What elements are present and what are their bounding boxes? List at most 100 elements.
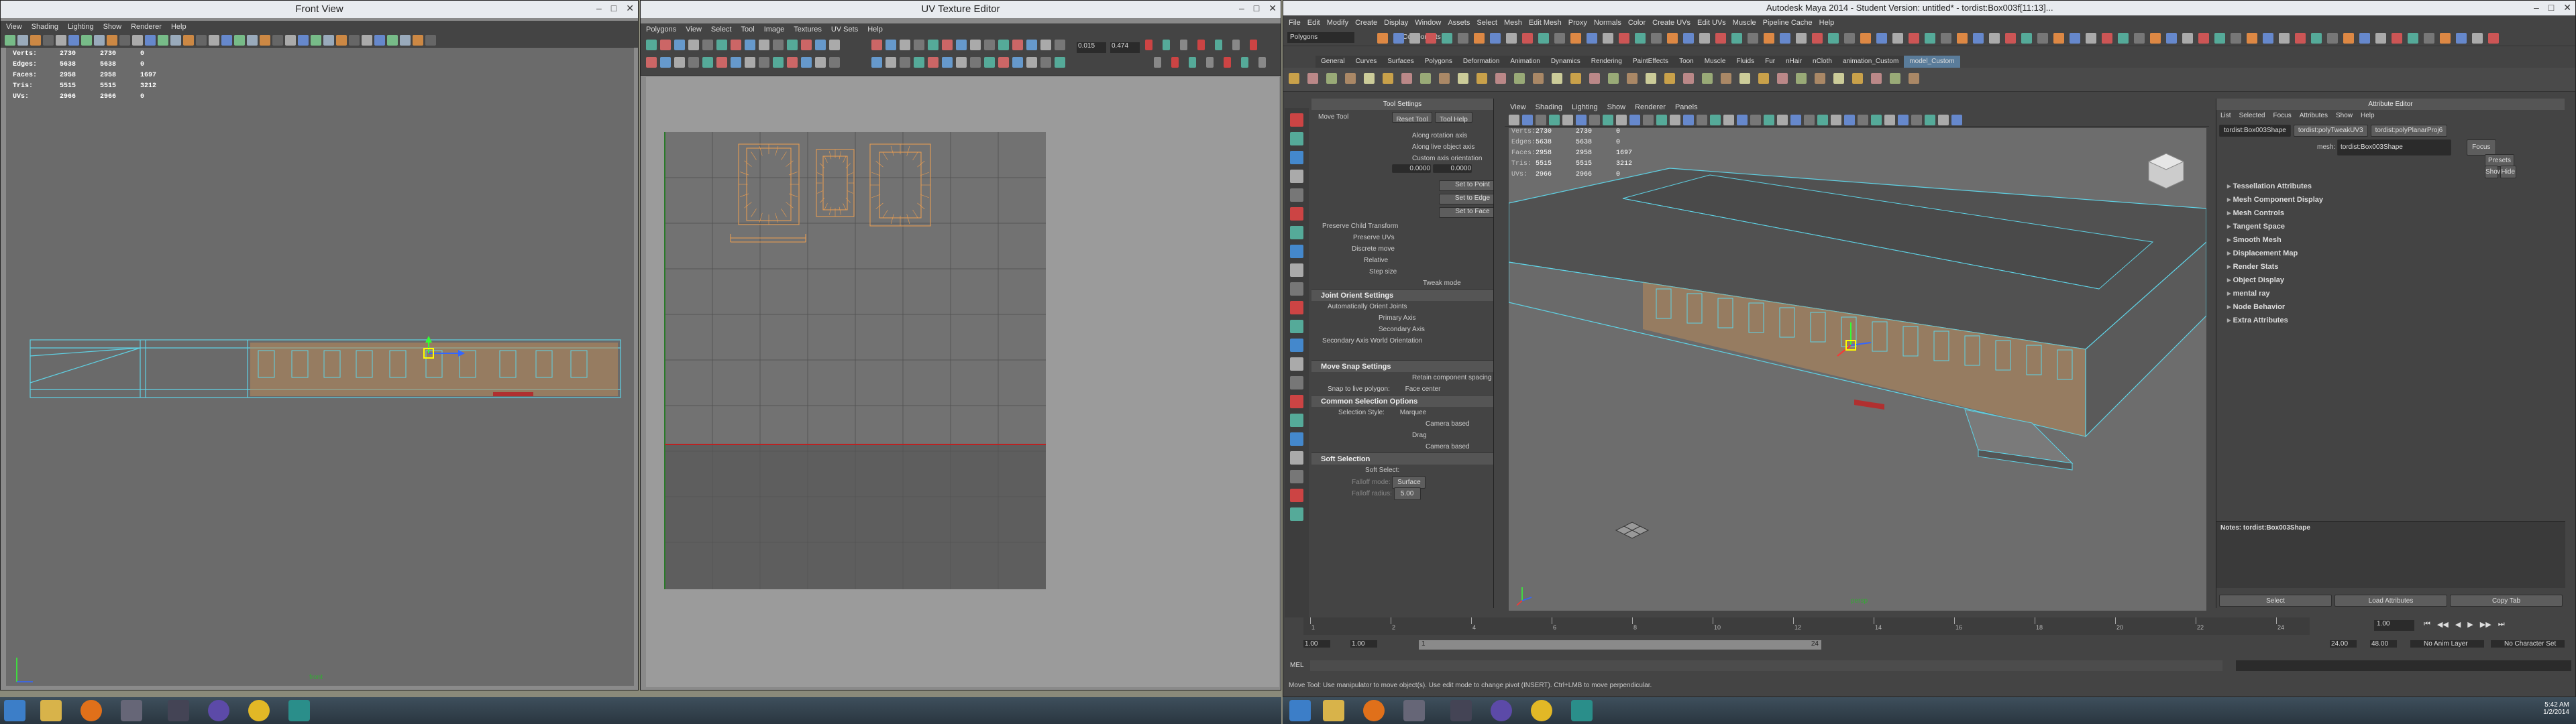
firefox-icon[interactable] — [1363, 700, 1385, 721]
common-selection-header[interactable]: Common Selection Options — [1311, 395, 1493, 407]
option-checkbox[interactable]: Discrete move — [1322, 243, 1493, 255]
shelf-tab-model-custom[interactable]: model_Custom — [1904, 56, 1960, 68]
uv-tool-icon[interactable] — [1241, 57, 1248, 68]
tool-icon[interactable] — [1506, 33, 1517, 44]
ae-section[interactable]: ▸ Extra Attributes — [2223, 314, 2558, 327]
tool-icon[interactable] — [1589, 115, 1600, 125]
clock[interactable]: 5:42 AM 1/2/2014 — [2543, 701, 2569, 716]
tool-icon[interactable] — [2263, 33, 2273, 44]
joint-axis-row[interactable]: Secondary Axis World Orientation — [1322, 335, 1493, 347]
tool-icon[interactable] — [1815, 73, 1825, 84]
tool-icon[interactable] — [2456, 33, 2467, 44]
marquee-radio[interactable]: Marquee — [1387, 409, 1426, 416]
tool-icon[interactable] — [1790, 115, 1801, 125]
axis-option[interactable]: Custom axis orientation — [1412, 153, 1493, 164]
uv-tool-icon[interactable] — [688, 57, 699, 68]
uv-tool-icon[interactable] — [815, 57, 826, 68]
uv-tool-icon[interactable] — [914, 40, 924, 50]
show-button[interactable]: Show — [2485, 166, 2502, 178]
unity-icon[interactable] — [1450, 700, 1472, 721]
tool-icon[interactable] — [2295, 33, 2306, 44]
uv-tool-icon[interactable] — [984, 40, 995, 50]
tool-icon[interactable] — [1442, 33, 1452, 44]
uv-tool-icon[interactable] — [688, 40, 699, 50]
uv-tool-icon[interactable] — [773, 57, 784, 68]
option-checkbox[interactable]: Relative — [1322, 255, 1493, 266]
tool-icon[interactable] — [298, 35, 309, 46]
menu-item-show[interactable]: Show — [2336, 110, 2353, 122]
uv-tool-icon[interactable] — [970, 57, 981, 68]
shelf-tab-painteffects[interactable]: PaintEffects — [1627, 56, 1674, 68]
menu-item-view[interactable]: View — [1510, 101, 1526, 113]
tool-icon[interactable] — [1643, 115, 1654, 125]
menu-item-view[interactable]: View — [686, 23, 702, 36]
focus-button[interactable]: Focus — [2466, 139, 2496, 156]
tool-icon[interactable] — [1683, 33, 1694, 44]
move-snap-header[interactable]: Move Snap Settings — [1311, 360, 1493, 372]
tool-icon[interactable] — [1562, 115, 1573, 125]
uv-tool-icon[interactable] — [970, 40, 981, 50]
tool-icon[interactable] — [2279, 33, 2290, 44]
menu-item-show[interactable]: Show — [1607, 101, 1626, 113]
menu-item-assets[interactable]: Assets — [1448, 17, 1470, 29]
ae-section[interactable]: ▸ Tessellation Attributes — [2223, 180, 2558, 193]
uv-tool-icon[interactable] — [660, 57, 671, 68]
toolbox-icon[interactable] — [1290, 207, 1303, 221]
mesh-name-field[interactable]: tordist:Box003Shape — [2337, 139, 2452, 156]
unity-icon[interactable] — [168, 700, 189, 721]
tool-icon[interactable] — [132, 35, 143, 46]
uv-tool-icon[interactable] — [1189, 57, 1196, 68]
toolbox-icon[interactable] — [1290, 113, 1303, 127]
front-viewport[interactable]: Verts: 2730 2730 0 Edges: 5638 5638 0 Faces: 2958… — [6, 48, 634, 686]
uv-tool-icon[interactable] — [1250, 40, 1257, 50]
tool-icon[interactable] — [145, 35, 156, 46]
uv-tool-icon[interactable] — [759, 57, 769, 68]
axis-option[interactable]: Along live object axis — [1412, 141, 1493, 153]
toolbox-icon[interactable] — [1290, 414, 1303, 427]
toolbox-icon[interactable] — [1290, 132, 1303, 145]
ae-section[interactable]: ▸ Node Behavior — [2223, 300, 2558, 314]
tool-icon[interactable] — [1739, 73, 1750, 84]
play-back-icon[interactable]: ◀ — [2455, 620, 2461, 629]
soft-selection-header[interactable]: Soft Selection — [1311, 452, 1493, 465]
menu-item-attributes[interactable]: Attributes — [2300, 110, 2328, 122]
menu-item-shading[interactable]: Shading — [1536, 101, 1562, 113]
uv-tool-icon[interactable] — [956, 40, 967, 50]
shelf-tab-toon[interactable]: Toon — [1674, 56, 1699, 68]
uv-tool-icon[interactable] — [745, 57, 755, 68]
camera-based-checkbox-2[interactable]: Camera based — [1311, 441, 1493, 452]
tool-icon[interactable] — [1909, 33, 1919, 44]
uv-tool-icon[interactable] — [984, 57, 995, 68]
menu-item-uv-sets[interactable]: UV Sets — [831, 23, 858, 36]
toolbox-icon[interactable] — [1290, 170, 1303, 183]
tool-icon[interactable] — [2150, 33, 2161, 44]
tool-icon[interactable] — [349, 35, 360, 46]
tool-icon[interactable] — [2005, 33, 2016, 44]
tool-icon[interactable] — [1635, 33, 1646, 44]
menu-item-lighting[interactable]: Lighting — [1572, 101, 1598, 113]
tool-icon[interactable] — [1777, 115, 1788, 125]
uv-v-field[interactable]: 0.474 — [1110, 42, 1140, 53]
reset-tool-button[interactable]: Reset Tool — [1392, 112, 1432, 123]
toolbox-icon[interactable] — [1290, 451, 1303, 465]
tool-icon[interactable] — [2424, 33, 2434, 44]
tool-icon[interactable] — [183, 35, 194, 46]
value-field-2[interactable]: 0.0000 — [1433, 164, 1472, 173]
tool-icon[interactable] — [1890, 73, 1900, 84]
menu-item-help[interactable]: Help — [1819, 17, 1835, 29]
uv-tool-icon[interactable] — [829, 40, 840, 50]
tool-icon[interactable] — [2247, 33, 2257, 44]
chrome-icon[interactable] — [248, 700, 270, 721]
ae-section[interactable]: ▸ Render Stats — [2223, 260, 2558, 274]
character-set-select[interactable]: No Character Set — [2491, 640, 2565, 648]
uv-tool-icon[interactable] — [900, 57, 910, 68]
tool-icon[interactable] — [2070, 33, 2080, 44]
tool-icon[interactable] — [1554, 33, 1565, 44]
uv-tool-icon[interactable] — [1040, 40, 1051, 50]
menu-item-show[interactable]: Show — [103, 21, 122, 33]
explorer-icon[interactable] — [40, 700, 62, 721]
tool-icon[interactable] — [1603, 115, 1613, 125]
tool-icon[interactable] — [2392, 33, 2402, 44]
menu-item-color[interactable]: Color — [1628, 17, 1646, 29]
tool-icon[interactable] — [2311, 33, 2322, 44]
